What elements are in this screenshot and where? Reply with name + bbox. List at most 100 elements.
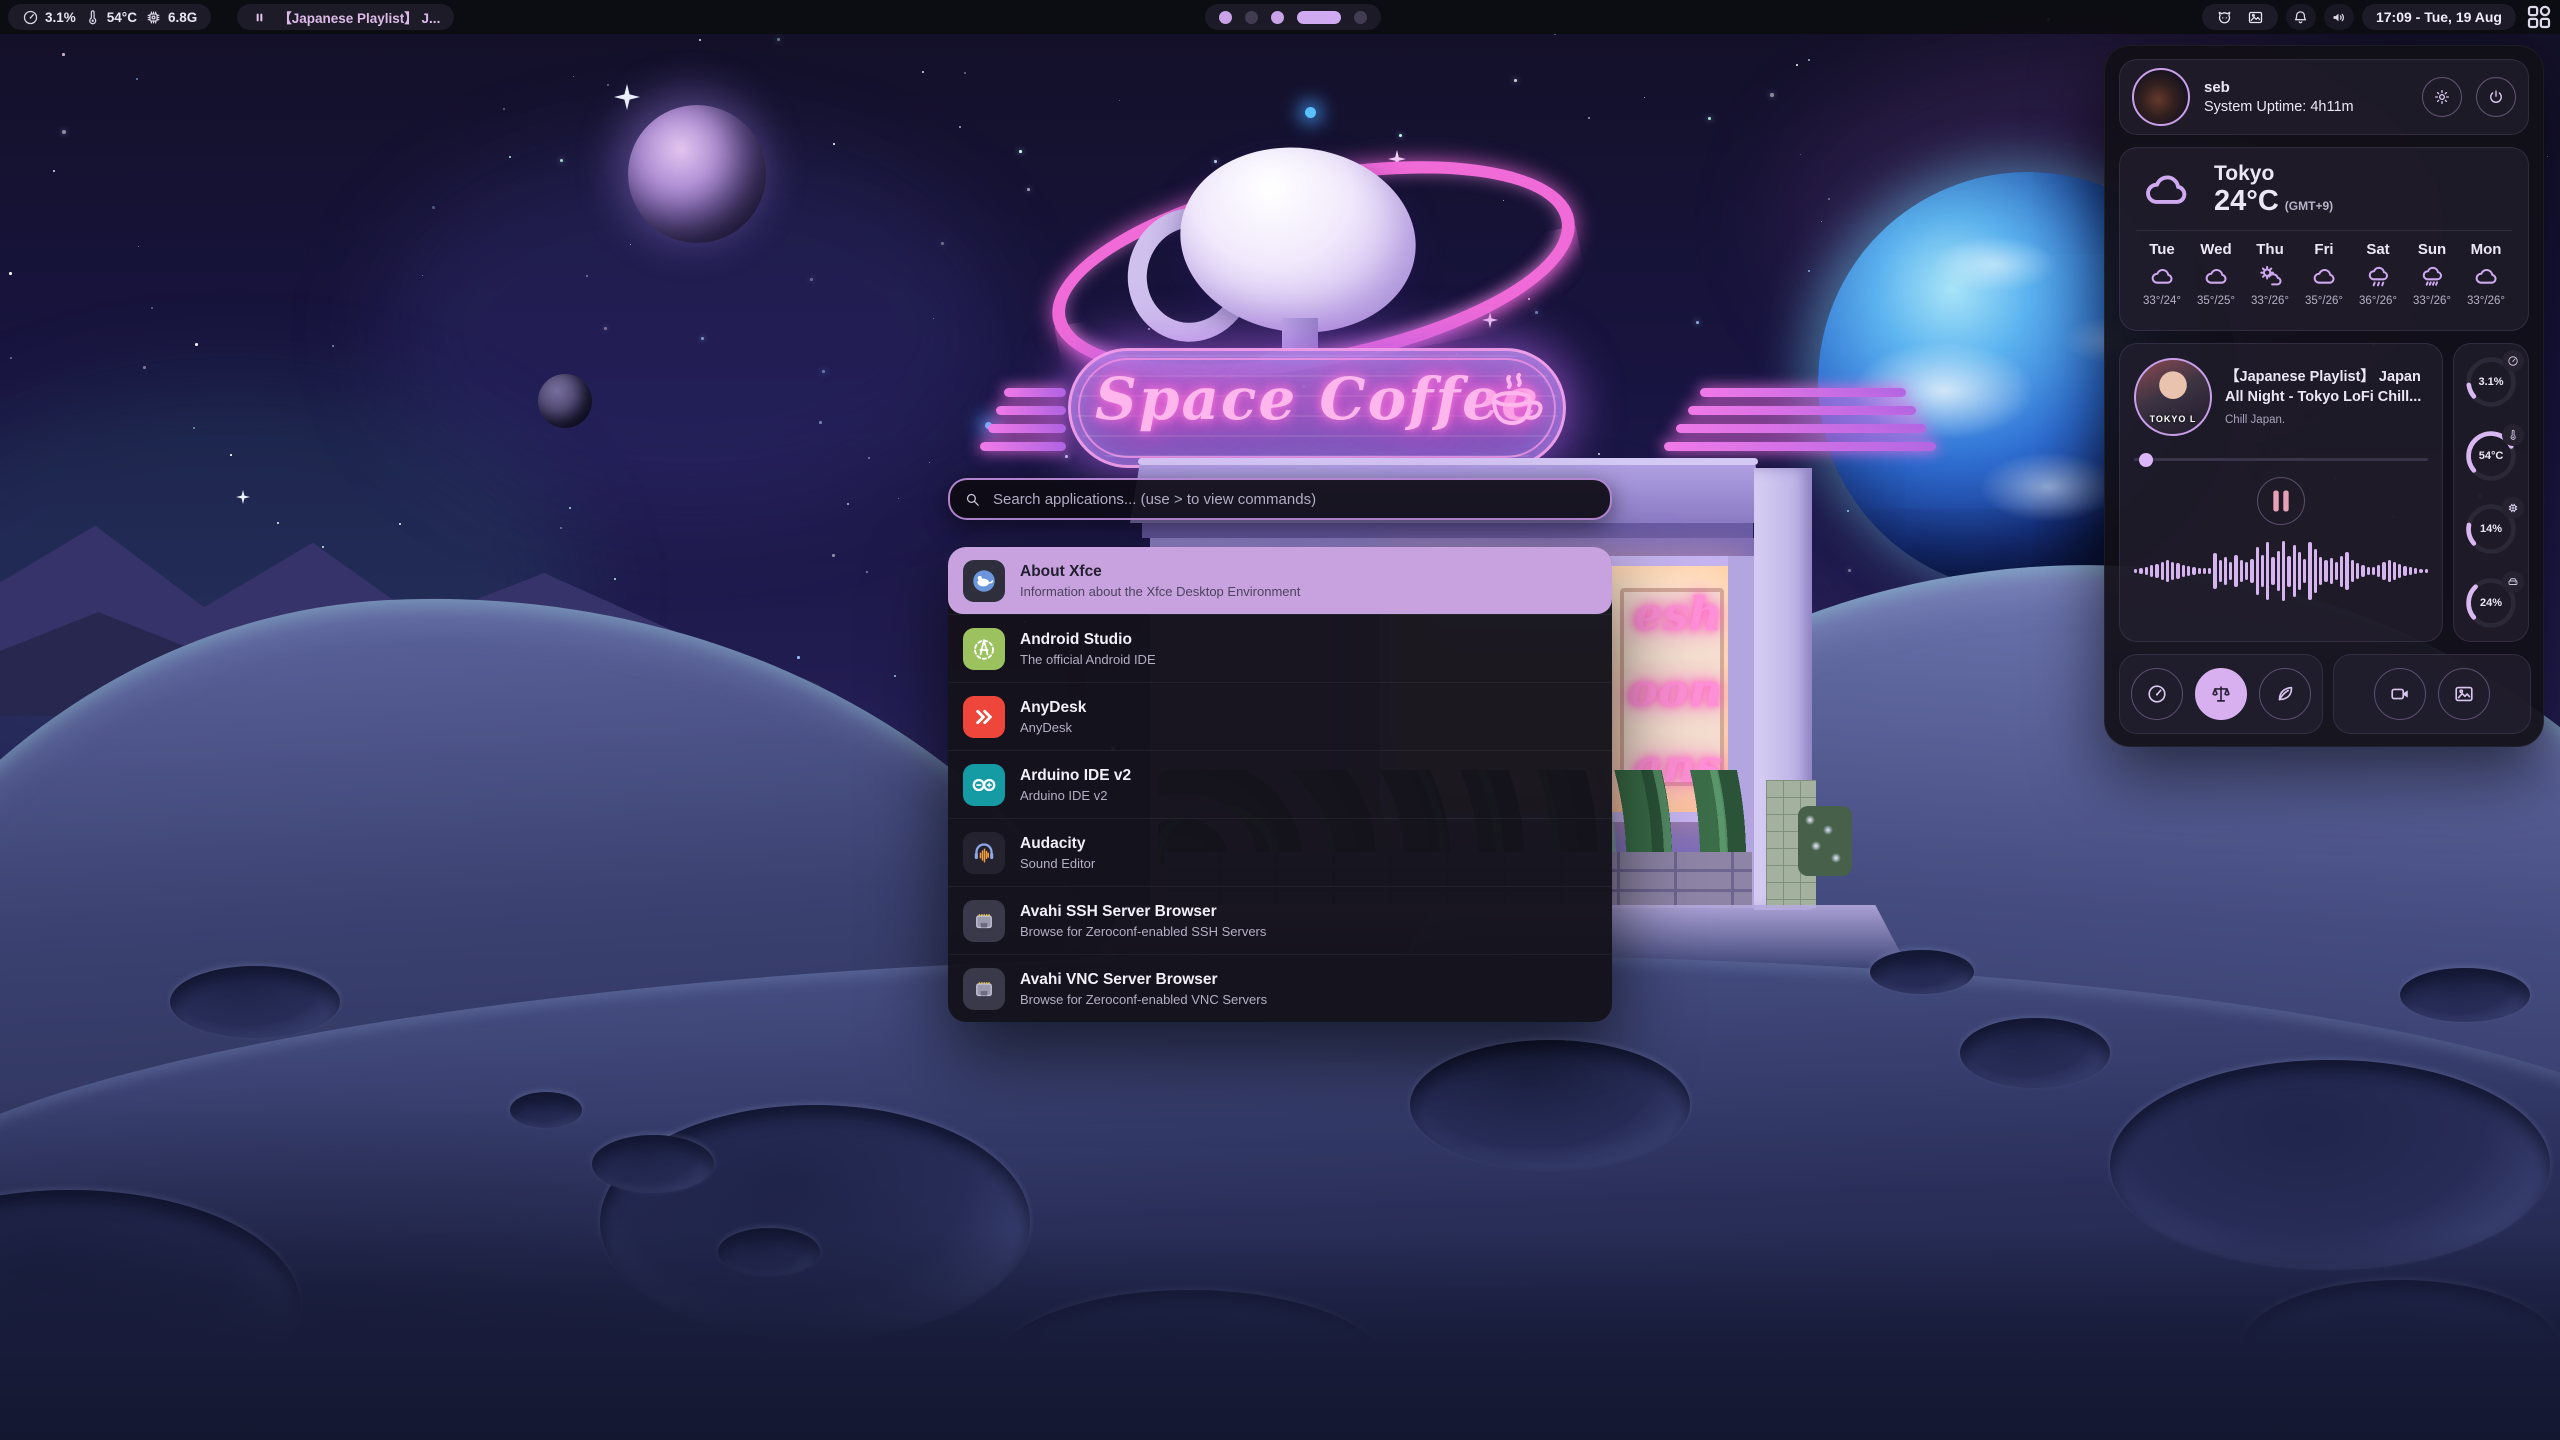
power-button[interactable] — [2476, 77, 2516, 117]
volume-icon — [2330, 9, 2347, 26]
app-name: About Xfce — [1020, 563, 1300, 581]
dock-scales-button[interactable] — [2195, 668, 2247, 720]
pause-button[interactable] — [2257, 477, 2305, 525]
app-item-avahi-ssh-server-browser[interactable]: Avahi SSH Server Browser Browse for Zeroc… — [948, 886, 1612, 954]
app-item-arduino-ide-v2[interactable]: Arduino IDE v2 Arduino IDE v2 — [948, 750, 1612, 818]
app-item-about-xfce[interactable]: About XfceInformation about the Xfce Des… — [948, 547, 1612, 614]
app-item-avahi-vnc-server-browser[interactable]: Avahi VNC Server Browser Browse for Zeroc… — [948, 954, 1612, 1022]
chip-icon — [2502, 497, 2524, 519]
gauge-icon — [2502, 350, 2524, 372]
workspace-dot-1[interactable] — [1219, 11, 1232, 24]
neon-step — [988, 424, 1066, 433]
gauge-disk: 24% — [2463, 575, 2519, 631]
workspace-dot-2[interactable] — [1245, 11, 1258, 24]
sun-cloud-icon — [2257, 263, 2284, 290]
cloud-icon — [2311, 263, 2338, 290]
progress-bar[interactable] — [2134, 458, 2428, 461]
app-name: Arduino IDE v2 — [1020, 767, 1131, 785]
system-gauges-card: 3.1% 54°C 14% 24% — [2453, 343, 2529, 642]
app-description: The official Android IDE — [1020, 652, 1156, 667]
weather-forecast: Tue33°/24°Wed35°/25°Thu33°/26°Fri35°/26°… — [2136, 241, 2512, 307]
gauge-gauge: 3.1% — [2463, 354, 2519, 410]
app-description: Arduino IDE v2 — [1020, 788, 1131, 803]
app-description: Browse for Zeroconf-enabled SSH Servers — [1020, 924, 1266, 939]
forecast-tue: Tue33°/24° — [2136, 241, 2188, 307]
avahi-icon — [963, 968, 1005, 1010]
forecast-wed: Wed35°/25° — [2190, 241, 2242, 307]
avatar — [2132, 68, 2190, 126]
audacity-icon — [963, 832, 1005, 874]
overview-button[interactable] — [2524, 4, 2554, 30]
now-playing-pill[interactable]: 【Japanese Playlist】 J... — [237, 4, 454, 30]
neon-step — [996, 406, 1066, 415]
search-box[interactable] — [948, 478, 1612, 520]
app-item-android-studio[interactable]: Android Studio The official Android IDE — [948, 614, 1612, 682]
search-input[interactable] — [991, 490, 1596, 509]
app-item-audacity[interactable]: AudacitySound Editor — [948, 818, 1612, 886]
app-description: Browse for Zeroconf-enabled VNC Servers — [1020, 992, 1267, 1007]
dock-wallpaper-button[interactable] — [2438, 668, 2490, 720]
top-bar-left: 3.1%54°C6.8G 【Japanese Playlist】 J... — [8, 4, 454, 30]
clock[interactable]: 17:09 - Tue, 19 Aug — [2362, 4, 2516, 30]
user-info: seb System Uptime: 4h11m — [2204, 79, 2408, 115]
avahi-icon — [963, 900, 1005, 942]
neon-step — [1004, 388, 1066, 397]
stat-thermometer: 54°C — [84, 9, 137, 26]
app-item-anydesk[interactable]: AnyDeskAnyDesk — [948, 682, 1612, 750]
system-stats-pill[interactable]: 3.1%54°C6.8G — [8, 4, 211, 30]
neon-step — [1700, 388, 1906, 397]
top-bar: 3.1%54°C6.8G 【Japanese Playlist】 J... 17… — [0, 0, 2560, 34]
cloud-icon — [2473, 263, 2500, 290]
bell-icon — [2292, 9, 2309, 26]
anydesk-icon — [963, 696, 1005, 738]
desktop: Space Coffee eshoonans — [0, 0, 2560, 1440]
bell-button[interactable] — [2286, 4, 2316, 30]
app-name: Audacity — [1020, 835, 1095, 853]
widget-panel: seb System Uptime: 4h11m Tokyo 24°C (GMT… — [2104, 45, 2544, 747]
pause-icon[interactable] — [251, 9, 268, 26]
android-icon — [963, 628, 1005, 670]
user-name: seb — [2204, 79, 2408, 96]
volume-button[interactable] — [2324, 4, 2354, 30]
user-card: seb System Uptime: 4h11m — [2119, 59, 2529, 135]
dock-group-right — [2333, 654, 2531, 734]
gauge-chip: 14% — [2463, 501, 2519, 557]
cat-icon[interactable] — [2216, 9, 2233, 26]
app-list: About XfceInformation about the Xfce Des… — [948, 547, 1612, 1022]
workspace-indicator — [1205, 4, 1381, 30]
track-title: 【Japanese Playlist】 Japan All Night - To… — [2225, 368, 2428, 407]
music-info: TOKYO L 【Japanese Playlist】 Japan All Ni… — [2134, 358, 2428, 436]
weather-current: Tokyo 24°C (GMT+9) — [2136, 162, 2512, 218]
wallpaper-icon[interactable] — [2247, 9, 2264, 26]
top-bar-right: 17:09 - Tue, 19 Aug — [2202, 4, 2554, 30]
rain-icon — [2365, 263, 2392, 290]
app-name: Android Studio — [1020, 631, 1156, 649]
crater — [1960, 1018, 2110, 1088]
neon-coffee-cup-icon — [1481, 369, 1545, 446]
workspace-dot-5[interactable] — [1354, 11, 1367, 24]
cloud-icon — [2203, 263, 2230, 290]
weather-card: Tokyo 24°C (GMT+9) Tue33°/24°Wed35°/25°T… — [2119, 147, 2529, 331]
track-subtitle: Chill Japan. — [2225, 414, 2428, 426]
forecast-thu: Thu33°/26° — [2244, 241, 2296, 307]
dock-leaf-button[interactable] — [2259, 668, 2311, 720]
cloud-icon — [2136, 164, 2198, 216]
app-name: Avahi VNC Server Browser — [1020, 971, 1267, 989]
now-playing-label: 【Japanese Playlist】 J... — [278, 7, 440, 27]
cloud-icon — [2149, 263, 2176, 290]
neon-step — [1664, 442, 1936, 451]
search-icon — [964, 491, 981, 508]
app-launcher: About XfceInformation about the Xfce Des… — [948, 478, 1612, 1022]
settings-button[interactable] — [2422, 77, 2462, 117]
dock-video-camera-button[interactable] — [2374, 668, 2426, 720]
neon-step — [1688, 406, 1916, 415]
disk-icon — [2502, 571, 2524, 593]
app-name: Avahi SSH Server Browser — [1020, 903, 1266, 921]
weather-temp: 24°C — [2214, 185, 2279, 218]
progress-knob[interactable] — [2139, 453, 2153, 467]
dock-gauge-button[interactable] — [2131, 668, 2183, 720]
workspace-dot-4[interactable] — [1297, 11, 1341, 24]
workspace-dot-3[interactable] — [1271, 11, 1284, 24]
indicator-icons — [2286, 4, 2354, 30]
gauge-thermometer: 54°C — [2463, 428, 2519, 484]
